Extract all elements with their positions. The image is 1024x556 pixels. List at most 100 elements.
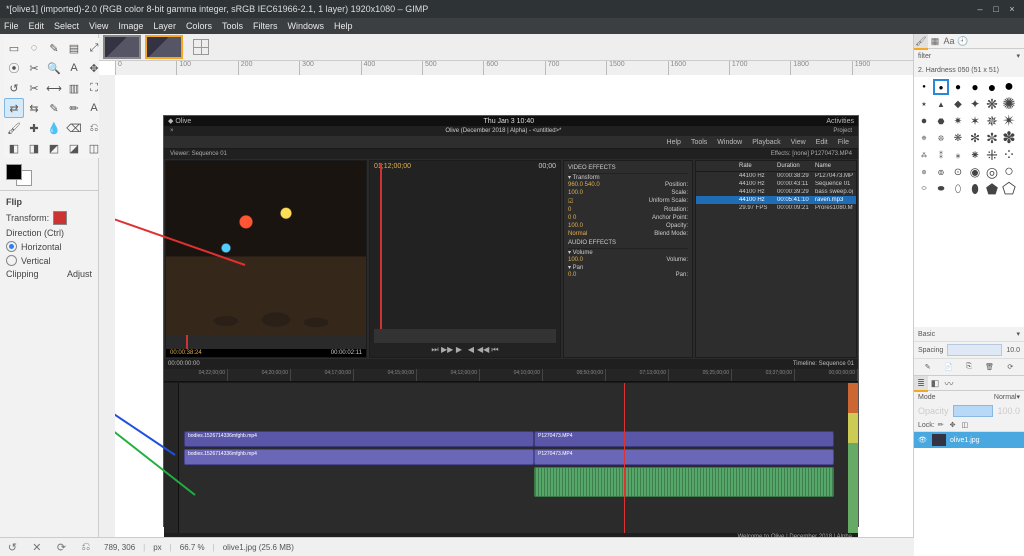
menu-view[interactable]: View	[89, 21, 108, 31]
tool-10[interactable]: ↺	[4, 78, 24, 98]
window-close-button[interactable]: ×	[1006, 4, 1018, 14]
tool-16[interactable]: ⇆	[24, 98, 44, 118]
brush-preset[interactable]: ●	[1001, 79, 1017, 95]
delete-icon[interactable]: ✕	[32, 541, 41, 554]
refresh-icon[interactable]: ⟳	[57, 541, 66, 554]
fg-color[interactable]	[6, 164, 22, 180]
brush-preset[interactable]: ▲	[933, 96, 949, 112]
brush-preset[interactable]: ❋	[950, 130, 966, 146]
clipping-value[interactable]: Adjust	[67, 269, 92, 279]
brush-del-icon[interactable]: 🗑	[985, 363, 994, 371]
brush-preset[interactable]: ●	[950, 79, 966, 95]
brush-preset[interactable]: ✼	[984, 130, 1000, 146]
brush-preset[interactable]: ⁂	[916, 147, 932, 163]
menu-select[interactable]: Select	[54, 21, 79, 31]
brush-preset[interactable]: ◉	[967, 164, 983, 180]
lock-pixels-icon[interactable]: ✏	[938, 421, 944, 429]
history-tab-icon[interactable]: 🕘	[956, 34, 970, 48]
brush-preset[interactable]: ⁎	[950, 147, 966, 163]
tool-6[interactable]: ✂	[24, 58, 44, 78]
patterns-tab-icon[interactable]: ▦	[928, 34, 942, 48]
image-tab-2-active[interactable]	[145, 35, 183, 59]
brush-preset-label[interactable]: Basic	[918, 331, 935, 338]
brush-preset[interactable]: ✦	[967, 96, 983, 112]
tool-7[interactable]: 🔍	[44, 58, 64, 78]
paths-tab-icon[interactable]: 〰	[942, 376, 956, 390]
tool-3[interactable]: ▤	[64, 38, 84, 58]
tool-27[interactable]: ◩	[44, 138, 64, 158]
brush-preset[interactable]: ⬮	[967, 181, 983, 197]
brush-preset[interactable]: ⬢	[916, 113, 932, 129]
fonts-tab-icon[interactable]: Aa	[942, 34, 956, 48]
menu-edit[interactable]: Edit	[29, 21, 45, 31]
single-window-toggle-icon[interactable]	[193, 39, 209, 55]
tool-18[interactable]: ✏	[64, 98, 84, 118]
brush-preset[interactable]: ⁑	[933, 147, 949, 163]
image-tab-1[interactable]	[103, 35, 141, 59]
brush-preset[interactable]: ○	[1001, 164, 1017, 180]
brush-preset[interactable]: ⬠	[1001, 181, 1017, 197]
brush-preset[interactable]: ⬣	[933, 113, 949, 129]
brush-preset[interactable]: ❉	[916, 130, 932, 146]
tool-17[interactable]: ✎	[44, 98, 64, 118]
lock-alpha-icon[interactable]: ◫	[961, 421, 968, 429]
tool-21[interactable]: ✚	[24, 118, 44, 138]
menu-tools[interactable]: Tools	[222, 21, 243, 31]
tool-26[interactable]: ◨	[24, 138, 44, 158]
window-minimize-button[interactable]: –	[974, 4, 986, 14]
brush-preset[interactable]: ❊	[933, 130, 949, 146]
layers-tab-icon[interactable]: ≣	[914, 376, 928, 392]
brush-preset[interactable]: ⬬	[933, 181, 949, 197]
channels-tab-icon[interactable]: ◧	[928, 376, 942, 390]
tool-12[interactable]: ⟷	[44, 78, 64, 98]
brushes-tab-icon[interactable]: 🖌	[914, 34, 928, 50]
tool-25[interactable]: ◧	[4, 138, 24, 158]
brush-preset[interactable]: ❋	[984, 96, 1000, 112]
tool-8[interactable]: A	[64, 58, 84, 78]
brush-preset[interactable]: ●	[984, 79, 1000, 95]
brush-preset[interactable]: ●	[933, 79, 949, 95]
brush-preset[interactable]: ◎	[984, 164, 1000, 180]
brush-preset[interactable]: ⁘	[1001, 147, 1017, 163]
fg-bg-swatch[interactable]	[6, 164, 32, 186]
layer-item-active[interactable]: 👁 olive1.jpg	[914, 432, 1024, 448]
menu-layer[interactable]: Layer	[153, 21, 176, 31]
status-zoom[interactable]: 66.7 %	[180, 543, 205, 552]
tool-11[interactable]: ✂	[24, 78, 44, 98]
tool-5[interactable]: ⦿	[4, 58, 24, 78]
radio-horizontal[interactable]	[6, 241, 17, 252]
brush-preset[interactable]: ⁜	[984, 147, 1000, 163]
brush-preset[interactable]: ⬭	[916, 181, 932, 197]
transform-target-icon[interactable]	[53, 211, 67, 225]
mode-value[interactable]: Normal	[936, 394, 1017, 401]
lock-position-icon[interactable]: ✥	[950, 421, 956, 429]
tool-20[interactable]: 🖌	[4, 118, 24, 138]
canvas-area[interactable]: 0100200300400500600700150016001700180019…	[99, 61, 913, 556]
eye-icon[interactable]: 👁	[918, 436, 928, 444]
brush-preset[interactable]: ✶	[967, 113, 983, 129]
brush-edit-icon[interactable]: ✎	[925, 363, 931, 371]
brush-preset[interactable]: ⊙	[950, 164, 966, 180]
brush-preset[interactable]: ⬯	[950, 181, 966, 197]
menu-file[interactable]: File	[4, 21, 19, 31]
tool-22[interactable]: 💧	[44, 118, 64, 138]
radio-vertical[interactable]	[6, 255, 17, 266]
tool-23[interactable]: ⌫	[64, 118, 84, 138]
menu-colors[interactable]: Colors	[186, 21, 212, 31]
brush-preset[interactable]: ⁕	[967, 147, 983, 163]
brush-preset[interactable]: ⬟	[984, 181, 1000, 197]
tool-1[interactable]: ◌	[24, 38, 44, 58]
menu-help[interactable]: Help	[334, 21, 353, 31]
undo-history-icon[interactable]: ↺	[8, 541, 17, 554]
brush-preset[interactable]: ⊚	[933, 164, 949, 180]
brush-preset[interactable]: ✷	[950, 113, 966, 129]
tool-15[interactable]: ⇄	[4, 98, 24, 118]
tool-13[interactable]: ▥	[64, 78, 84, 98]
brush-preset[interactable]: ✽	[1001, 130, 1017, 146]
reset-icon[interactable]: ⎌	[81, 541, 90, 554]
canvas[interactable]: Activities Thu Jan 3 10:40 ◆ Olive Proje…	[115, 75, 913, 556]
brush-dup-icon[interactable]: ⎘	[966, 363, 972, 371]
brush-preset[interactable]: ✻	[967, 130, 983, 146]
opacity-slider[interactable]	[953, 405, 994, 417]
tool-0[interactable]: ▭	[4, 38, 24, 58]
